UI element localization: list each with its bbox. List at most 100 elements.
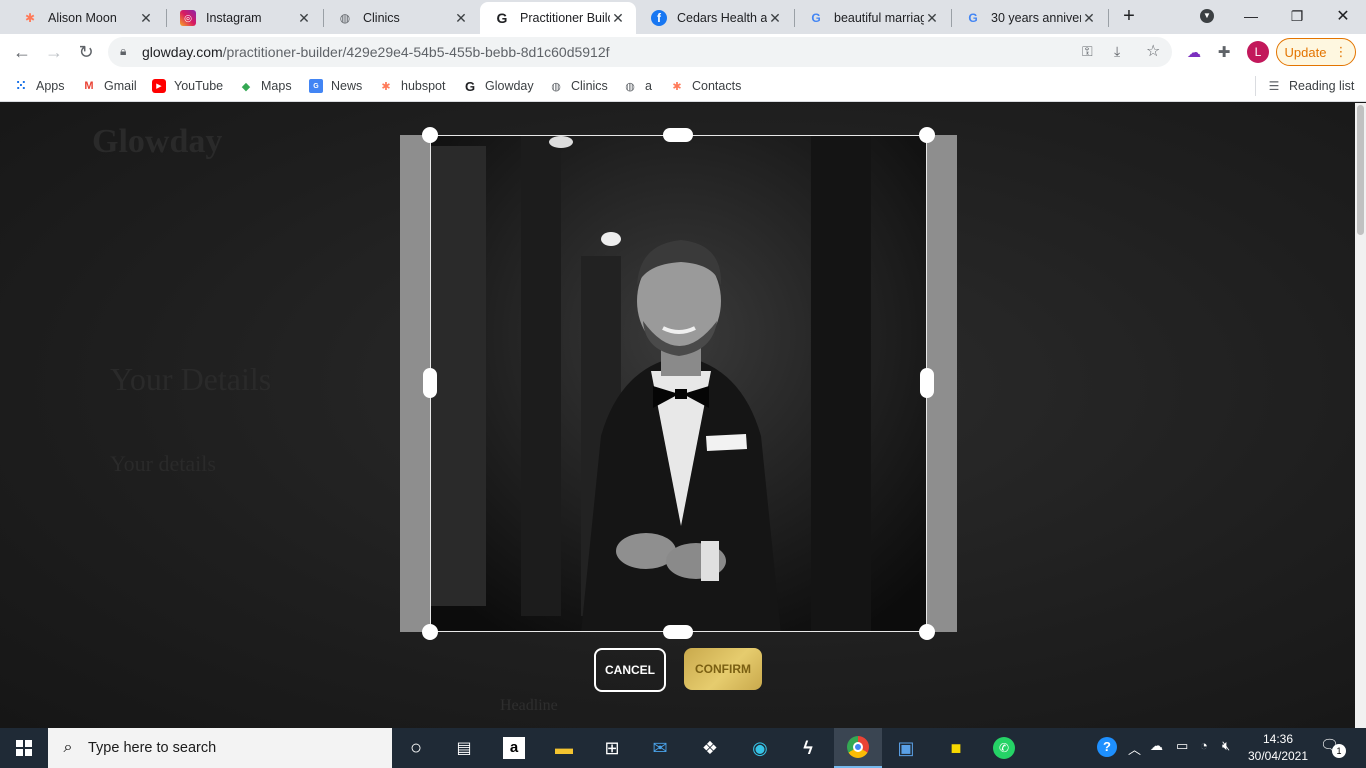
bookmark-clinics[interactable]: ◍ Clinics	[549, 77, 608, 95]
minimize-button[interactable]: —	[1228, 0, 1274, 32]
crop-selection[interactable]	[430, 135, 927, 632]
confirm-button[interactable]: CONFIRM	[684, 648, 762, 690]
reading-list-button[interactable]: ☰ Reading list	[1267, 77, 1355, 95]
lock-icon[interactable]: 🔒︎	[120, 44, 126, 59]
amazon-icon[interactable]: a	[490, 728, 538, 768]
bookmark-glowday[interactable]: G Glowday	[463, 77, 534, 95]
tab-instagram[interactable]: ◎ Instagram ✕	[166, 2, 322, 34]
globe-icon: ◍	[625, 80, 635, 93]
file-explorer-icon[interactable]: ▬	[540, 728, 588, 768]
clock-date: 30/04/2021	[1247, 749, 1309, 763]
tab-beautiful-marriage[interactable]: G beautiful marriag ✕	[794, 2, 950, 34]
update-button[interactable]: Update ⋮	[1276, 38, 1356, 66]
crop-handle-bottom-right[interactable]	[919, 624, 935, 640]
crop-handle-bottom-left[interactable]	[422, 624, 438, 640]
mail-icon[interactable]: ✉	[636, 728, 684, 768]
portrait-photo	[431, 136, 926, 631]
address-bar[interactable]: 🔒︎ glowday.com/practitioner-builder/429e…	[108, 37, 1172, 67]
tab-title: Cedars Health an	[677, 11, 767, 25]
bookmark-label: Clinics	[571, 79, 608, 93]
reading-list-icon: ☰	[1268, 79, 1280, 93]
key-icon[interactable]: ⚿	[1082, 43, 1093, 60]
crop-handle-right[interactable]	[920, 368, 934, 398]
close-tab-icon[interactable]: ✕	[138, 10, 154, 27]
avatar-initial: L	[1247, 41, 1269, 63]
bookmark-label: Glowday	[485, 79, 534, 93]
bookmark-gmail[interactable]: M Gmail	[82, 77, 136, 95]
tab-clinics[interactable]: ◍ Clinics ✕	[323, 2, 479, 34]
reload-button[interactable]: ↻	[74, 40, 98, 64]
whatsapp-icon[interactable]: ✆	[980, 728, 1028, 768]
close-tab-icon[interactable]: ✕	[610, 10, 626, 27]
extension-icon[interactable]: ☁	[1182, 40, 1206, 64]
onedrive-icon[interactable]: ☁	[1150, 738, 1163, 754]
store-icon[interactable]: ⊞	[588, 728, 636, 768]
close-tab-icon[interactable]: ✕	[453, 10, 469, 27]
cortana-icon[interactable]: ○	[392, 728, 440, 768]
close-tab-icon[interactable]: ✕	[924, 10, 940, 27]
sticky-notes-icon[interactable]: ■	[932, 728, 980, 768]
maps-icon: ◆	[241, 80, 251, 93]
field-label: Headline	[500, 697, 558, 714]
tab-title: 30 years annivers	[991, 11, 1081, 25]
scrollbar-thumb[interactable]	[1357, 105, 1364, 235]
bookmark-hubspot[interactable]: ✱ hubspot	[379, 77, 445, 95]
clock-time: 14:36	[1262, 732, 1294, 746]
bookmark-maps[interactable]: ◆ Maps	[239, 77, 292, 95]
restore-button[interactable]: ❐	[1274, 0, 1320, 32]
tab-strip: ✱ Alison Moon ✕ ◎ Instagram ✕ ◍ Clinics …	[0, 0, 1366, 34]
bookmark-label: Contacts	[692, 79, 742, 93]
crop-handle-top-right[interactable]	[919, 127, 935, 143]
tab-title: Alison Moon	[48, 11, 117, 25]
forward-button[interactable]: →	[42, 40, 66, 64]
chrome-icon[interactable]	[834, 728, 882, 768]
dropbox-icon[interactable]: ❖	[686, 728, 734, 768]
avatar[interactable]: L	[1246, 40, 1270, 64]
crop-handle-top[interactable]	[663, 128, 693, 142]
bookmarks-divider	[1255, 76, 1256, 96]
system-clock[interactable]: 14:36 30/04/2021	[1240, 731, 1316, 765]
edge-icon[interactable]: ◉	[736, 728, 784, 768]
tab-search-button[interactable]: ▼	[1184, 0, 1230, 32]
crop-handle-top-left[interactable]	[422, 127, 438, 143]
wifi-icon[interactable]: ◔	[1200, 738, 1208, 753]
cancel-button[interactable]: CANCEL	[594, 648, 666, 692]
bookmark-youtube[interactable]: ▶ YouTube	[152, 77, 223, 95]
bookmark-label: a	[645, 79, 652, 93]
tab-cedars-health[interactable]: f Cedars Health an ✕	[637, 2, 793, 34]
puzzle-icon[interactable]: ✚	[1212, 40, 1236, 64]
tab-practitioner-builder[interactable]: G Practitioner Build ✕	[480, 2, 636, 34]
start-button[interactable]	[0, 728, 48, 768]
task-view-icon[interactable]: ▤	[440, 728, 488, 768]
photos-icon[interactable]: ▣	[882, 728, 930, 768]
bookmark-label: hubspot	[401, 79, 446, 93]
install-icon[interactable]: ⤓	[1114, 43, 1120, 60]
bookmark-a[interactable]: ◍ a	[623, 77, 652, 95]
bookmark-star-icon[interactable]: ☆	[1146, 41, 1160, 61]
page-scrollbar[interactable]	[1355, 103, 1366, 728]
crop-handle-left[interactable]	[423, 368, 437, 398]
volume-muted-icon[interactable]: 🔇︎	[1222, 738, 1230, 754]
close-tab-icon[interactable]: ✕	[296, 10, 312, 27]
chevron-up-icon[interactable]: ︿	[1128, 739, 1141, 758]
bookmark-contacts[interactable]: ✱ Contacts	[670, 77, 741, 95]
tab-30-years-anniversary[interactable]: G 30 years annivers ✕	[951, 2, 1107, 34]
bookmark-apps[interactable]: ⁙ Apps	[14, 77, 65, 95]
section-subheading: Your details	[110, 451, 216, 476]
new-tab-button[interactable]: +	[1106, 0, 1152, 32]
taskbar-search-input[interactable]: ⌕ Type here to search	[48, 728, 392, 768]
close-window-button[interactable]: ✕	[1320, 0, 1366, 32]
battery-icon[interactable]: ▭	[1176, 738, 1188, 754]
cancel-label: CANCEL	[605, 663, 655, 677]
youtube-icon: ▶	[152, 79, 166, 93]
crop-handle-bottom[interactable]	[663, 625, 693, 639]
close-tab-icon[interactable]: ✕	[767, 10, 783, 27]
notification-center-button[interactable]: 🗨︎ 1	[1320, 736, 1348, 760]
back-button[interactable]: ←	[10, 40, 34, 64]
app-s-icon[interactable]: ϟ	[784, 728, 832, 768]
facebook-icon: f	[651, 10, 667, 26]
help-icon[interactable]: ?	[1097, 737, 1117, 757]
tab-alison-moon[interactable]: ✱ Alison Moon ✕	[8, 2, 164, 34]
bookmark-news[interactable]: G News	[309, 77, 362, 95]
close-tab-icon[interactable]: ✕	[1081, 10, 1097, 27]
